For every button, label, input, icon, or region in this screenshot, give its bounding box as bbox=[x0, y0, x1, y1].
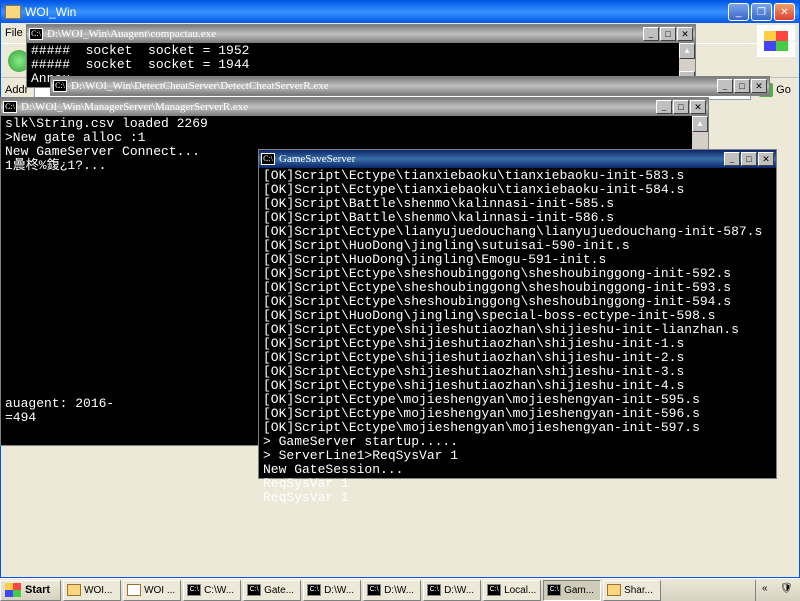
close-button[interactable]: ✕ bbox=[677, 27, 693, 41]
taskbar-item-label: D:\W... bbox=[324, 585, 354, 596]
tray-icon[interactable]: 🛡 bbox=[780, 583, 794, 597]
start-label: Start bbox=[25, 584, 50, 596]
minimize-button[interactable]: _ bbox=[656, 100, 672, 114]
maximize-button[interactable]: □ bbox=[734, 79, 750, 93]
windows-flag-icon bbox=[5, 583, 21, 597]
cmd-icon: C:\ bbox=[261, 153, 275, 165]
address-label: Addr bbox=[5, 84, 28, 96]
taskbar-item[interactable]: C:\Gam... bbox=[543, 580, 601, 601]
taskbar-item[interactable]: C:\Local... bbox=[483, 580, 541, 601]
taskbar-item[interactable]: C:\D:\W... bbox=[303, 580, 361, 601]
taskbar-item-label: WOI ... bbox=[144, 585, 175, 596]
maximize-button[interactable]: □ bbox=[741, 152, 757, 166]
tray-expand-icon[interactable]: « bbox=[762, 583, 776, 597]
taskbar-item-label: D:\W... bbox=[444, 585, 474, 596]
scroll-up-icon[interactable]: ▲ bbox=[679, 43, 695, 59]
maximize-button[interactable]: □ bbox=[660, 27, 676, 41]
taskbar-item-label: D:\W... bbox=[384, 585, 414, 596]
console-titlebar[interactable]: C:\ D:\WOI_Win\Auagent\compactau.exe _ □… bbox=[27, 25, 695, 43]
taskbar: Start WOI...WOI ...C:\C:\W...C:\Gate...C… bbox=[0, 578, 800, 601]
taskbar-item-label: Gam... bbox=[564, 585, 594, 596]
taskbar-item-label: Shar... bbox=[624, 585, 653, 596]
taskbar-item-label: Gate... bbox=[264, 585, 294, 596]
console-titlebar[interactable]: C:\ D:\WOI_Win\DetectCheatServer\DetectC… bbox=[51, 77, 769, 95]
close-button[interactable]: ✕ bbox=[774, 3, 795, 21]
console-titlebar[interactable]: C:\ D:\WOI_Win\ManagerServer\ManagerServ… bbox=[1, 98, 708, 116]
close-button[interactable]: ✕ bbox=[751, 79, 767, 93]
close-button[interactable]: ✕ bbox=[758, 152, 774, 166]
maximize-button[interactable]: ❐ bbox=[751, 3, 772, 21]
cmd-icon: C:\ bbox=[247, 584, 261, 596]
cmd-icon: C:\ bbox=[307, 584, 321, 596]
folder-icon bbox=[5, 5, 21, 19]
console-title: D:\WOI_Win\Auagent\compactau.exe bbox=[47, 28, 643, 40]
scroll-up-icon[interactable]: ▲ bbox=[692, 116, 708, 132]
taskbar-item[interactable]: WOI... bbox=[63, 580, 121, 601]
minimize-button[interactable]: _ bbox=[643, 27, 659, 41]
console-output: [OK]Script\Ectype\tianxiebaoku\tianxieba… bbox=[259, 168, 776, 506]
cmd-icon: C:\ bbox=[367, 584, 381, 596]
flag-icon bbox=[764, 31, 788, 51]
taskbar-item[interactable]: Shar... bbox=[603, 580, 661, 601]
taskbar-item[interactable]: C:\D:\W... bbox=[363, 580, 421, 601]
close-button[interactable]: ✕ bbox=[690, 100, 706, 114]
console-title: D:\WOI_Win\DetectCheatServer\DetectCheat… bbox=[71, 80, 717, 92]
explorer-title: WOI_Win bbox=[25, 5, 728, 19]
minimize-button[interactable]: _ bbox=[724, 152, 740, 166]
folder-icon bbox=[67, 584, 81, 596]
minimize-button[interactable]: _ bbox=[728, 3, 749, 21]
console-gamesaveserver: C:\ GameSaveServer _ □ ✕ [OK]Script\Ecty… bbox=[258, 149, 777, 479]
cmd-icon: C:\ bbox=[427, 584, 441, 596]
console-title: D:\WOI_Win\ManagerServer\ManagerServerR.… bbox=[21, 101, 656, 113]
taskbar-item[interactable]: C:\Gate... bbox=[243, 580, 301, 601]
taskbar-item-label: C:\W... bbox=[204, 585, 234, 596]
cmd-icon: C:\ bbox=[53, 80, 67, 92]
minimize-button[interactable]: _ bbox=[717, 79, 733, 93]
windows-logo bbox=[757, 25, 795, 57]
folder-icon bbox=[607, 584, 621, 596]
cmd-icon: C:\ bbox=[3, 101, 17, 113]
cmd-icon: C:\ bbox=[547, 584, 561, 596]
taskbar-item-label: WOI... bbox=[84, 585, 112, 596]
taskbar-item-label: Local... bbox=[504, 585, 536, 596]
start-button[interactable]: Start bbox=[0, 580, 61, 601]
menu-file[interactable]: File bbox=[5, 27, 23, 39]
cmd-icon: C:\ bbox=[187, 584, 201, 596]
taskbar-item[interactable]: C:\C:\W... bbox=[183, 580, 241, 601]
cmd-icon: C:\ bbox=[487, 584, 501, 596]
console-title: GameSaveServer bbox=[279, 153, 724, 165]
taskbar-item[interactable]: WOI ... bbox=[123, 580, 181, 601]
system-tray[interactable]: « 🛡 bbox=[755, 580, 800, 601]
console-detectcheat: C:\ D:\WOI_Win\DetectCheatServer\DetectC… bbox=[50, 76, 770, 96]
taskbar-item[interactable]: C:\D:\W... bbox=[423, 580, 481, 601]
console-titlebar[interactable]: C:\ GameSaveServer _ □ ✕ bbox=[259, 150, 776, 168]
explorer-titlebar[interactable]: WOI_Win _ ❐ ✕ bbox=[1, 1, 799, 23]
maximize-button[interactable]: □ bbox=[673, 100, 689, 114]
notepad-icon bbox=[127, 584, 141, 596]
cmd-icon: C:\ bbox=[29, 28, 43, 40]
